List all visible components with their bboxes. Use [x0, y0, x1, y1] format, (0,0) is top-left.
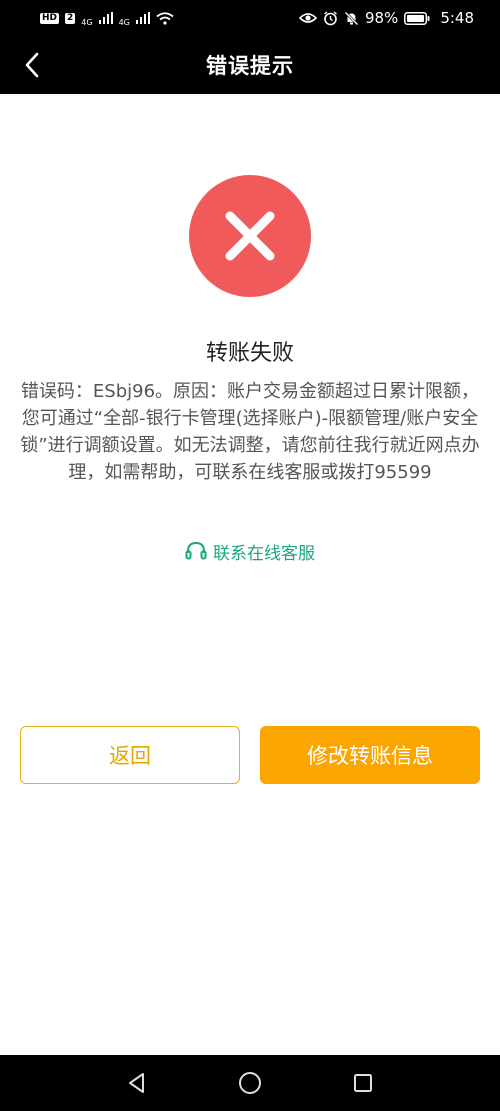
clock-time: 5:48	[440, 9, 474, 27]
error-message: 错误码：ESbj96。原因：账户交易金额超过日累计限额，您可通过“全部-银行卡管…	[20, 381, 480, 483]
signal-icon	[135, 12, 150, 24]
triangle-back-icon	[128, 1073, 144, 1093]
headset-icon	[185, 541, 207, 560]
square-recent-icon	[354, 1074, 373, 1092]
contact-support-link[interactable]: 联系在线客服	[0, 536, 500, 566]
network-type-2: 4G	[118, 17, 130, 27]
contact-support-label: 联系在线客服	[213, 543, 315, 564]
nav-recent-button[interactable]	[343, 1063, 383, 1103]
eye-icon	[298, 13, 317, 23]
hd-badge: HD	[40, 12, 60, 24]
battery-icon	[404, 11, 430, 25]
sim-number: 2	[67, 12, 74, 23]
hd-label: HD	[42, 12, 58, 23]
circle-home-icon	[238, 1072, 261, 1094]
status-bar-right: 98% 5:48	[298, 9, 474, 27]
result-title: 转账失败	[205, 341, 294, 366]
wifi-icon	[156, 11, 174, 25]
page-title: 错误提示	[206, 54, 294, 78]
battery-percent: 98%	[364, 9, 399, 27]
signal-icon	[98, 12, 113, 24]
back-button[interactable]	[14, 46, 50, 84]
chevron-left-icon	[25, 52, 39, 78]
status-bar: HD 2 4G 4G 98% 5:48	[0, 0, 500, 36]
app-header: 错误提示	[0, 36, 500, 94]
modify-transfer-button[interactable]: 修改转账信息	[260, 726, 480, 784]
close-icon	[225, 211, 275, 261]
network-type-1: 4G	[81, 17, 93, 27]
nav-back-button[interactable]	[117, 1063, 157, 1103]
mute-bell-icon	[344, 11, 359, 25]
back-action-button[interactable]: 返回	[20, 726, 240, 784]
error-status-icon	[189, 175, 311, 297]
status-bar-left: HD 2 4G 4G	[40, 10, 174, 27]
error-page: HD 2 4G 4G 98% 5:48 错误提示 转账失败 错误码：ESbj96…	[0, 0, 500, 1111]
sim-badge: 2	[65, 12, 76, 24]
nav-home-button[interactable]	[230, 1063, 270, 1103]
system-nav-bar	[0, 1055, 500, 1111]
alarm-icon	[324, 10, 337, 25]
